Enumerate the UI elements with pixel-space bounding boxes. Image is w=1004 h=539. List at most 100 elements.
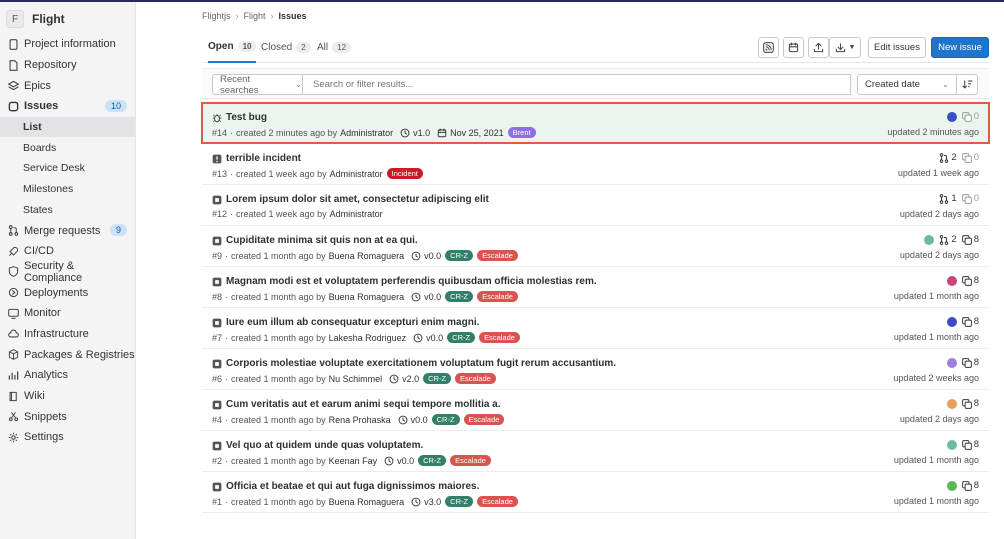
- assignee-avatar[interactable]: [946, 111, 957, 122]
- sidebar-item-settings[interactable]: Settings: [0, 427, 135, 448]
- issue-author[interactable]: Rena Prohaska: [329, 415, 391, 425]
- issue-label[interactable]: Escalade: [463, 414, 505, 425]
- issue-row[interactable]: Cupiditate minima sit quis non at ea qui…: [202, 226, 989, 267]
- sort-direction-button[interactable]: [957, 74, 978, 95]
- issue-label[interactable]: CR-Z: [418, 455, 447, 466]
- sidebar-item-packages-registries[interactable]: Packages & Registries: [0, 344, 135, 365]
- issue-label[interactable]: CR-Z: [445, 496, 474, 507]
- sidebar-item-monitor[interactable]: Monitor: [0, 303, 135, 324]
- related-merge-requests[interactable]: 2: [939, 234, 957, 245]
- new-issue-button[interactable]: New issue: [931, 37, 989, 58]
- issue-title[interactable]: Corporis molestiae voluptate exercitatio…: [226, 358, 616, 369]
- issue-author[interactable]: Administrator: [330, 169, 383, 179]
- sidebar-item-ci-cd[interactable]: CI/CD: [0, 241, 135, 262]
- issue-title[interactable]: Vel quo at quidem unde quas voluptatem.: [226, 440, 423, 451]
- issue-comments[interactable]: 8: [961, 398, 979, 409]
- assignee-avatar[interactable]: [946, 398, 957, 409]
- sidebar-item-wiki[interactable]: Wiki: [0, 386, 135, 407]
- issue-author[interactable]: Buena Romaguera: [329, 292, 405, 302]
- issue-row[interactable]: Vel quo at quidem unde quas voluptatem. #…: [202, 431, 989, 472]
- edit-issues-button[interactable]: Edit issues: [868, 37, 926, 58]
- issue-comments[interactable]: 0: [961, 193, 979, 204]
- import-dropdown-button[interactable]: ▼: [829, 37, 861, 58]
- sidebar-item-snippets[interactable]: Snippets: [0, 406, 135, 427]
- project-header[interactable]: F Flight: [0, 4, 135, 34]
- issue-milestone[interactable]: v0.0: [411, 251, 441, 261]
- export-button[interactable]: [808, 37, 829, 58]
- issue-label[interactable]: Escalade: [455, 373, 496, 384]
- issue-title[interactable]: Cum veritatis aut et earum animi sequi t…: [226, 399, 501, 410]
- issue-milestone[interactable]: v3.0: [411, 497, 441, 507]
- tab-all[interactable]: All 12: [317, 32, 352, 63]
- issue-row[interactable]: terrible incident #13 · created 1 week ago …: [202, 144, 989, 185]
- issue-comments[interactable]: 8: [961, 357, 979, 368]
- issue-author[interactable]: Lakesha Rodriguez: [329, 333, 407, 343]
- issue-milestone[interactable]: v0.0: [411, 292, 441, 302]
- issue-row[interactable]: Iure eum illum ab consequatur excepturi …: [202, 308, 989, 349]
- tab-closed[interactable]: Closed 2: [261, 32, 311, 63]
- issue-title[interactable]: terrible incident: [226, 153, 301, 164]
- sidebar-item-deployments[interactable]: Deployments: [0, 282, 135, 303]
- calendar-button[interactable]: [783, 37, 804, 58]
- issue-comments[interactable]: 8: [961, 439, 979, 450]
- issue-title[interactable]: Officia et beatae et qui aut fuga dignis…: [226, 481, 479, 492]
- issue-comments[interactable]: 8: [961, 480, 979, 491]
- sidebar-subitem-milestones[interactable]: Milestones: [0, 179, 135, 200]
- issue-author[interactable]: Buena Romaguera: [329, 251, 405, 261]
- recent-searches-dropdown[interactable]: Recent searches ⌄: [212, 74, 303, 96]
- issue-label[interactable]: CR-Z: [447, 332, 476, 343]
- tab-open[interactable]: Open 10: [208, 32, 257, 63]
- assignee-avatar[interactable]: [946, 480, 957, 491]
- assignee-avatar[interactable]: [924, 234, 935, 245]
- assignee-avatar[interactable]: [946, 357, 957, 368]
- issue-title[interactable]: Lorem ipsum dolor sit amet, consectetur …: [226, 194, 489, 205]
- issue-author[interactable]: Administrator: [330, 209, 383, 219]
- issue-row[interactable]: Cum veritatis aut et earum animi sequi t…: [202, 390, 989, 431]
- sidebar-item-merge-requests[interactable]: Merge requests 9: [0, 220, 135, 241]
- issue-row[interactable]: Test bug #14 · created 2 minutes ago by Admi…: [201, 102, 990, 144]
- issue-milestone[interactable]: v2.0: [389, 374, 419, 384]
- assignee-avatar[interactable]: [946, 316, 957, 327]
- sidebar-item-infrastructure[interactable]: Infrastructure: [0, 324, 135, 345]
- issue-author[interactable]: Keenan Fay: [329, 456, 378, 466]
- sort-dropdown[interactable]: Created date ⌄: [857, 74, 957, 95]
- sidebar-item-security-compliance[interactable]: Security & Compliance: [0, 260, 135, 284]
- issue-milestone[interactable]: v1.0: [400, 128, 430, 138]
- sidebar-subitem-service-desk[interactable]: Service Desk: [0, 158, 135, 179]
- breadcrumb-group[interactable]: Flightjs: [202, 11, 231, 21]
- issue-label[interactable]: Brent: [507, 127, 536, 138]
- related-merge-requests[interactable]: 2: [939, 152, 957, 163]
- issue-label[interactable]: Escalade: [477, 496, 518, 507]
- issue-label[interactable]: Escalade: [477, 291, 518, 302]
- issue-comments[interactable]: 0: [961, 152, 979, 163]
- issue-label[interactable]: Incident: [386, 168, 423, 179]
- assignee-avatar[interactable]: [946, 439, 957, 450]
- breadcrumb-current[interactable]: Issues: [279, 11, 307, 21]
- issue-label[interactable]: Escalade: [479, 332, 520, 343]
- sidebar-item-epics[interactable]: Epics: [0, 75, 135, 96]
- issue-author[interactable]: Buena Romaguera: [329, 497, 405, 507]
- related-merge-requests[interactable]: 1: [939, 193, 957, 204]
- issue-label[interactable]: CR-Z: [431, 414, 460, 425]
- sidebar-item-issues[interactable]: Issues 10: [0, 96, 135, 117]
- sidebar-item-project-information[interactable]: Project information: [0, 34, 135, 55]
- issue-comments[interactable]: 8: [961, 275, 979, 286]
- issue-comments[interactable]: 8: [961, 234, 979, 245]
- issue-title[interactable]: Magnam modi est et voluptatem perferendi…: [226, 276, 597, 287]
- issue-title[interactable]: Cupiditate minima sit quis non at ea qui…: [226, 235, 418, 246]
- issue-title[interactable]: Test bug: [226, 112, 267, 123]
- sidebar-subitem-states[interactable]: States: [0, 200, 135, 221]
- issue-row[interactable]: Lorem ipsum dolor sit amet, consectetur …: [202, 185, 989, 226]
- issue-comments[interactable]: 0: [961, 111, 979, 122]
- issue-author[interactable]: Nu Schimmel: [329, 374, 383, 384]
- issue-label[interactable]: Escalade: [450, 455, 491, 466]
- sidebar-item-repository[interactable]: Repository: [0, 55, 135, 76]
- issue-label[interactable]: CR-Z: [445, 250, 474, 261]
- assignee-avatar[interactable]: [946, 275, 957, 286]
- sidebar-subitem-list[interactable]: List: [0, 116, 135, 138]
- sidebar-subitem-boards[interactable]: Boards: [0, 137, 135, 158]
- issue-author[interactable]: Administrator: [340, 128, 393, 138]
- issue-label[interactable]: CR-Z: [423, 373, 452, 384]
- issue-label[interactable]: CR-Z: [445, 291, 474, 302]
- issue-comments[interactable]: 8: [961, 316, 979, 327]
